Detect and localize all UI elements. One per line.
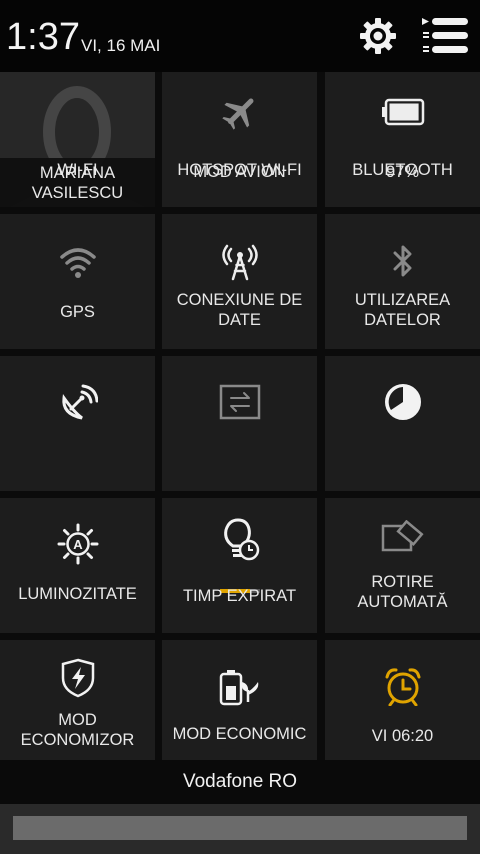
screen-timeout-label: TIMP EXPIRAT [182, 587, 297, 605]
tile-user-profile[interactable]: MARIANA VASILESCU [0, 72, 155, 207]
bluetooth-label: BLUETOOTH [352, 161, 453, 179]
gps-label: GPS [60, 303, 95, 321]
tile-airplane-mode[interactable]: MOD AVION [162, 72, 317, 207]
tile-battery[interactable]: 97% [325, 72, 480, 207]
wifi-label: WI-FI [57, 161, 98, 179]
tile-alarm[interactable]: VI 06:20 [325, 640, 480, 775]
drag-handle[interactable] [13, 816, 467, 840]
tile-eco-mode[interactable]: MOD ECONOMIC [162, 640, 317, 775]
status-bar: 1:37 VI, 16 MAI [0, 0, 480, 72]
clock-date: VI, 16 MAI [81, 36, 161, 55]
screen-timeout-icon [162, 518, 317, 562]
alarm-label: VI 06:20 [371, 727, 434, 745]
brightness-label: LUMINOZITATE [18, 585, 137, 603]
panel-bottom-bar [0, 804, 480, 854]
auto-rotate-label: ROTIRE AUTOMATĂ [357, 573, 448, 611]
gps-icon [0, 382, 155, 426]
tile-brightness[interactable]: A LUMINOZITATE [0, 498, 155, 633]
clock-time: 1:37 [6, 16, 80, 58]
network-operator-name: Vodafone RO [0, 760, 480, 804]
brightness-icon: A [0, 522, 155, 566]
airplane-icon [162, 90, 317, 134]
tile-power-saver[interactable]: MOD ECONOMIZOR [0, 640, 155, 775]
power-saver-icon [0, 656, 155, 700]
svg-text:A: A [73, 537, 83, 552]
alarm-clock-icon [325, 664, 480, 708]
tile-data-usage[interactable]: UTILIZAREA DATELOR [325, 291, 480, 491]
tile-data-connection[interactable]: CONEXIUNE DE DATE [162, 291, 317, 491]
power-saver-label: MOD ECONOMIZOR [20, 711, 135, 749]
notification-list-icon[interactable] [420, 16, 470, 56]
eco-mode-label: MOD ECONOMIC [172, 725, 307, 743]
settings-gear-icon[interactable] [358, 16, 398, 56]
tile-gps[interactable]: GPS [0, 303, 155, 491]
wifi-icon [0, 240, 155, 284]
tile-screen-timeout[interactable]: TIMP EXPIRAT [162, 498, 317, 633]
hotspot-label: HOTSPOT WI-FI [177, 161, 302, 179]
data-usage-icon [325, 380, 480, 424]
hotspot-icon [162, 240, 317, 284]
eco-mode-icon [162, 666, 317, 710]
data-connection-label: CONEXIUNE DE DATE [176, 291, 303, 329]
tile-wifi[interactable]: WI-FI [0, 161, 155, 349]
battery-icon [325, 90, 480, 134]
data-connection-icon [162, 380, 317, 424]
data-usage-label: UTILIZAREA DATELOR [354, 291, 451, 329]
auto-rotate-icon [325, 516, 480, 560]
bluetooth-icon [325, 240, 480, 284]
tile-auto-rotate[interactable]: ROTIRE AUTOMATĂ [325, 498, 480, 633]
